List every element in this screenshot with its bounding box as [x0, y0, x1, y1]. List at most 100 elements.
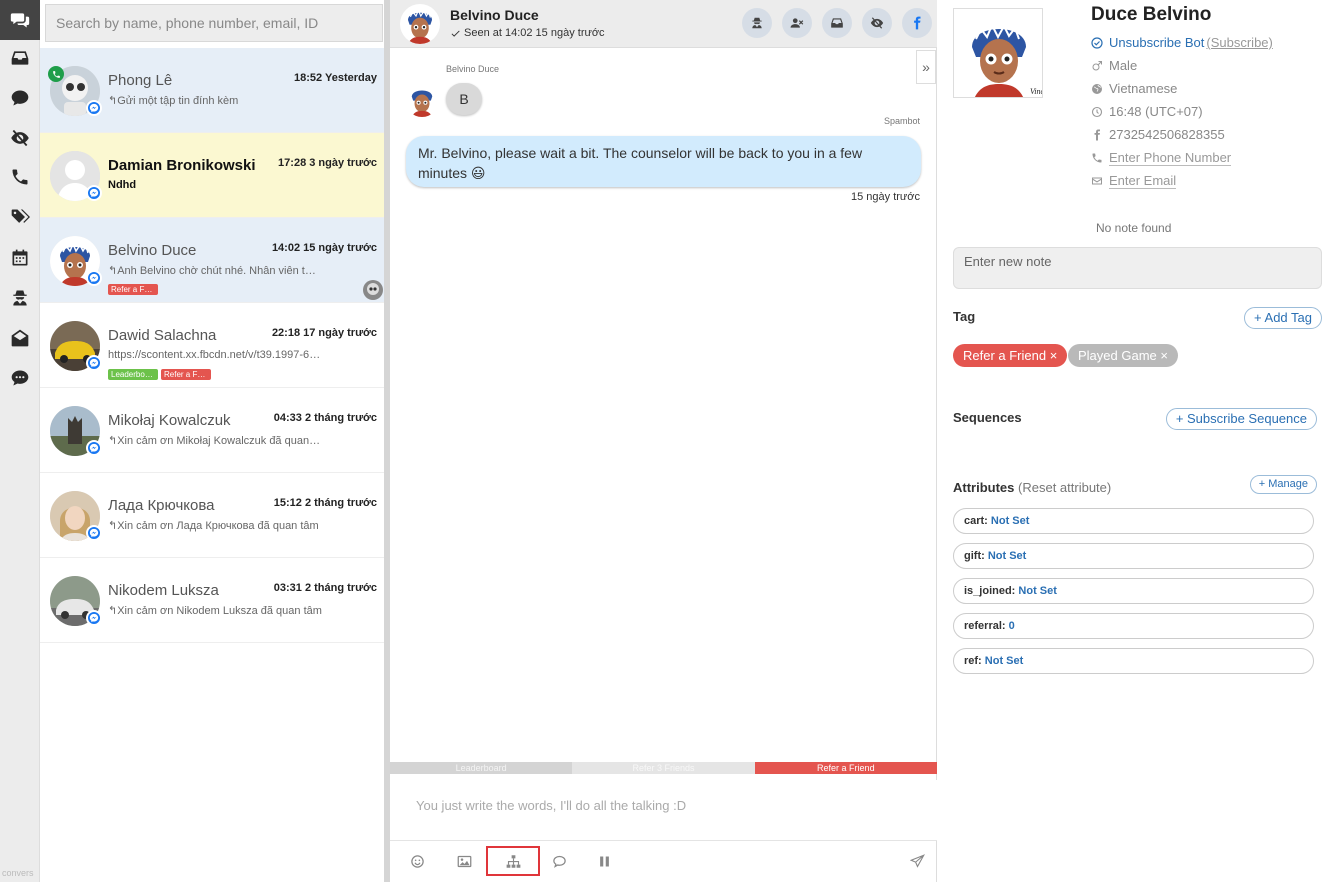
facebook-id-row: 2732542506828355 [1091, 127, 1225, 142]
sequences-section-title: Sequences [953, 410, 1022, 425]
comment-icon[interactable] [0, 78, 40, 118]
conversation-time: 15:12 2 tháng trước [273, 497, 377, 509]
conversation-item[interactable]: Nikodem Luksza 03:31 2 tháng trước ↰Xin … [40, 558, 385, 643]
messenger-icon [86, 610, 102, 626]
message-sender: Belvino Duce [446, 64, 500, 74]
conversation-preview: ↰Gửi một tập tin đính kèm [108, 95, 239, 107]
reply-icon: ↰ [108, 605, 118, 617]
sitemap-icon[interactable] [486, 846, 540, 876]
chat-contact-name: Belvino Duce [450, 7, 539, 23]
subscribe-sequence-button[interactable]: + Subscribe Sequence [1165, 408, 1317, 430]
conversation-item-selected[interactable]: Belvino Duce 14:02 15 ngày trước ↰Anh Be… [40, 218, 385, 303]
conversation-item[interactable]: Damian Bronikowski 17:28 3 ngày trước Nd… [40, 133, 385, 218]
conversation-time: 14:02 15 ngày trước [271, 242, 377, 254]
reply-icon: ↰ [108, 435, 118, 447]
message-composer[interactable] [390, 780, 937, 840]
user-secret-icon[interactable] [742, 8, 772, 38]
conversation-time: 03:31 2 tháng trước [273, 582, 377, 594]
envelope-open-icon[interactable] [0, 318, 40, 358]
seen-status: Seen at 14:02 15 ngày trước [450, 27, 605, 39]
reply-icon: ↰ [108, 95, 118, 107]
conversation-preview: ↰Xin cảm ơn Лада Крючкова đã quan tâm [108, 520, 319, 532]
avatar-caption: Vino [1030, 87, 1043, 96]
collapse-panel-button[interactable]: » [916, 50, 936, 84]
send-icon[interactable] [903, 847, 931, 875]
attribute-row[interactable]: cart: Not Set [953, 508, 1314, 534]
conversation-item[interactable]: Mikołaj Kowalczuk 04:33 2 tháng trước ↰X… [40, 388, 385, 473]
phone-field[interactable]: Enter Phone Number [1109, 150, 1232, 166]
no-note-text: No note found [1096, 221, 1172, 235]
eye-slash-icon[interactable] [862, 8, 892, 38]
messenger-icon [86, 100, 102, 116]
subscription-row: Unsubscribe Bot (Subscribe) [1091, 35, 1273, 50]
phone-icon[interactable] [0, 157, 40, 197]
attribute-row[interactable]: referral: 0 [953, 613, 1314, 639]
calendar-icon[interactable] [0, 238, 40, 278]
check-circle-icon [1091, 36, 1103, 49]
reset-attribute-link[interactable]: (Reset attribute) [1018, 480, 1111, 495]
comment-icon[interactable] [545, 847, 573, 875]
envelope-icon [1092, 177, 1102, 185]
avatar[interactable] [400, 4, 440, 44]
facebook-icon[interactable] [902, 8, 932, 38]
chat-header: Belvino Duce Seen at 14:02 15 ngày trước [390, 0, 937, 48]
mini-tag: Refer a Friend [108, 284, 158, 295]
tags-icon[interactable] [0, 197, 40, 237]
message-time: 15 ngày trước [851, 191, 920, 203]
unsubscribe-bot-link[interactable]: Unsubscribe Bot [1109, 35, 1204, 50]
attribute-row[interactable]: gift: Not Set [953, 543, 1314, 569]
add-tag-button[interactable]: + Add Tag [1244, 307, 1322, 329]
conversation-item[interactable]: Лада Крючкова 15:12 2 tháng trước ↰Xin c… [40, 473, 385, 558]
message-bubble-bot: Mr. Belvino, please wait a bit. The coun… [406, 136, 921, 187]
chat-bubbles-icon[interactable] [0, 0, 40, 40]
conversation-item[interactable]: Phong Lê 18:52 Yesterday ↰Gửi một tập ti… [40, 48, 385, 133]
messenger-icon [86, 440, 102, 456]
agent-avatar [363, 280, 383, 300]
note-input[interactable] [953, 247, 1322, 289]
conversation-name: Dawid Salachna [108, 327, 217, 344]
conversation-item[interactable]: Dawid Salachna 22:18 17 ngày trước https… [40, 303, 385, 388]
reply-icon: ↰ [108, 520, 118, 532]
image-icon[interactable] [450, 847, 478, 875]
reply-icon: ↰ [108, 265, 118, 277]
attribute-row[interactable]: is_joined: Not Set [953, 578, 1314, 604]
double-chevron-right-icon: » [922, 59, 930, 75]
user-secret-icon[interactable] [0, 278, 40, 318]
user-times-icon[interactable] [782, 8, 812, 38]
commenting-icon[interactable] [0, 358, 40, 398]
conversation-name: Mikołaj Kowalczuk [108, 412, 231, 429]
pause-icon[interactable] [590, 847, 618, 875]
composer-toolbar [390, 840, 937, 882]
search-input[interactable] [45, 4, 383, 42]
message-bubble-user: B [446, 83, 482, 115]
attribute-row[interactable]: ref: Not Set [953, 648, 1314, 674]
attributes-section-title: Attributes (Reset attribute) [953, 480, 1112, 495]
inbox-icon[interactable] [0, 38, 40, 78]
manage-attributes-button[interactable]: + Manage [1249, 475, 1317, 494]
profile-name: Duce Belvino [1091, 4, 1212, 25]
inbox-icon[interactable] [822, 8, 852, 38]
quick-reply-button[interactable]: Refer a Friend [754, 762, 937, 774]
conversation-preview: ↰Anh Belvino chờ chút nhé. Nhân viên tư … [108, 265, 323, 277]
conversation-preview: https://scontent.xx.fbcdn.net/v/t39.1997… [108, 349, 323, 361]
email-field[interactable]: Enter Email [1109, 173, 1177, 189]
quick-reply-button[interactable]: Leaderboard [390, 762, 573, 774]
email-row: Enter Email [1091, 173, 1177, 189]
conversation-time: 17:28 3 ngày trước [278, 157, 377, 169]
subscribe-link[interactable]: (Subscribe) [1206, 35, 1272, 50]
messenger-icon [86, 270, 102, 286]
globe-icon [1092, 83, 1102, 94]
quick-reply-button[interactable]: Refer 3 Friends [572, 762, 755, 774]
conversation-name: Nikodem Luksza [108, 582, 219, 599]
conversation-tags: Leaderboard Refer a Friend [108, 369, 211, 380]
smile-icon[interactable] [403, 847, 431, 875]
phone-row: Enter Phone Number [1091, 150, 1232, 166]
conversation-tags: Refer a Friend [108, 284, 158, 295]
eye-slash-icon[interactable] [0, 118, 40, 158]
conversation-time: 18:52 Yesterday [294, 72, 377, 84]
message-sender: Spambot [883, 116, 920, 126]
conversation-name: Damian Bronikowski [108, 157, 256, 174]
profile-picture: Vino [953, 8, 1043, 98]
tag-chip[interactable]: Played Game × [1068, 344, 1178, 367]
tag-chip[interactable]: Refer a Friend × [953, 344, 1068, 367]
